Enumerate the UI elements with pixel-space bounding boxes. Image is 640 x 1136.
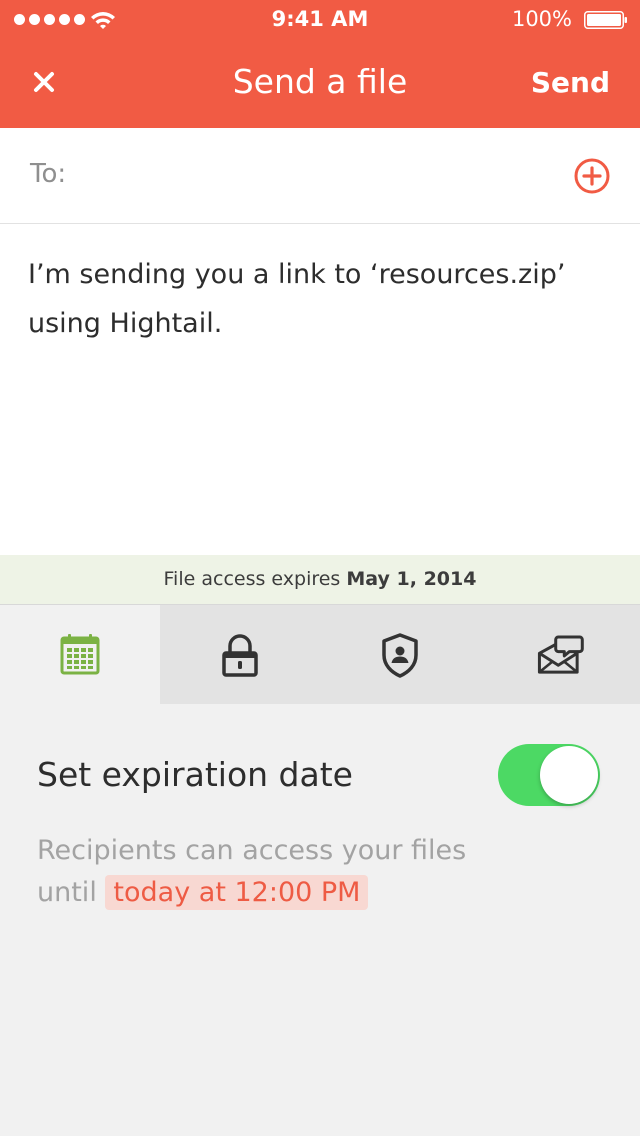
shield-user-icon [382, 632, 418, 678]
expiry-banner: File access expires May 1, 2014 [0, 555, 640, 605]
navigation-bar: Send a file Send [0, 40, 640, 128]
add-recipient-button[interactable] [574, 158, 610, 194]
battery-icon [584, 11, 627, 29]
message-line-1: I’m sending you a link to ‘resources.zip… [28, 259, 566, 290]
tab-notifications[interactable] [480, 605, 640, 704]
lock-icon [222, 633, 258, 677]
expiration-toggle[interactable] [498, 744, 600, 806]
expiration-description: Recipients can access your files until t… [37, 830, 597, 914]
send-button[interactable]: Send [531, 66, 610, 99]
tab-password[interactable] [160, 605, 320, 704]
description-prefix: until [37, 877, 97, 908]
toggle-knob[interactable] [540, 746, 598, 804]
tab-verify-recipient[interactable] [320, 605, 480, 704]
description-line-2: until today at 12:00 PM [37, 872, 597, 914]
options-tab-bar [0, 605, 640, 704]
expiry-date: May 1, 2014 [346, 568, 477, 590]
recipient-field[interactable]: To: [0, 128, 640, 224]
calendar-icon [60, 633, 100, 674]
description-line-1: Recipients can access your files [37, 835, 467, 866]
message-line-2: using Hightail. [28, 308, 223, 339]
message-area[interactable]: I’m sending you a link to ‘resources.zip… [0, 224, 640, 555]
header: 9:41 AM 100% Send a file Send [0, 0, 640, 128]
plus-circle-icon [574, 158, 610, 194]
to-label: To: [30, 159, 67, 189]
message-text[interactable]: I’m sending you a link to ‘resources.zip… [28, 250, 608, 348]
envelope-chat-icon [537, 635, 584, 674]
expiration-setting-label: Set expiration date [37, 755, 353, 794]
battery-percent: 100% [511, 7, 572, 31]
tab-expiration[interactable] [0, 605, 160, 704]
expiry-prefix: File access expires [163, 568, 341, 590]
status-bar: 9:41 AM 100% [0, 0, 640, 40]
screen: 9:41 AM 100% Send a file Send To: I’m se… [0, 0, 640, 1136]
expiration-time-link[interactable]: today at 12:00 PM [105, 875, 369, 910]
